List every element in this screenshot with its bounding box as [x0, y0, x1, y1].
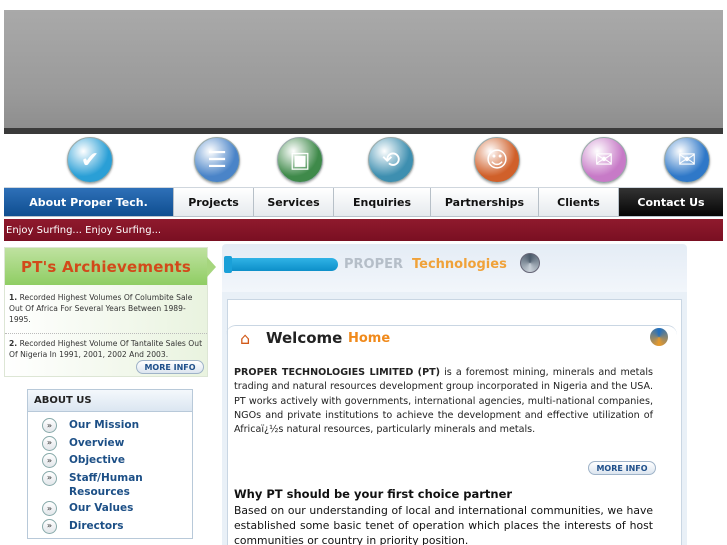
- swirl-icon: [650, 328, 668, 346]
- icon-row: ✔ ☰ ▣ ⟲ ☺ ✉ ✉: [0, 134, 727, 186]
- welcome-header: ⌂ Welcome Home: [226, 325, 677, 351]
- about-link-objective[interactable]: » Objective: [42, 453, 192, 468]
- brand-technologies: Technologies: [412, 257, 507, 272]
- about-us-box: ABOUT US » Our Mission » Overview » Objecti…: [27, 389, 193, 539]
- welcome-title: Welcome: [266, 329, 343, 347]
- achievement-item: 2. Recorded Highest Volume Of Tantalite …: [5, 333, 207, 360]
- about-link-staff[interactable]: » Staff/Human Resources: [42, 470, 192, 499]
- header-banner: [4, 10, 723, 134]
- about-link-mission[interactable]: » Our Mission: [42, 418, 192, 433]
- nav-about[interactable]: About Proper Tech.: [4, 188, 174, 216]
- home-label: Home: [348, 331, 391, 346]
- main-nav: About Proper Tech. Projects Services Enq…: [4, 187, 723, 217]
- nav-clients[interactable]: Clients: [539, 188, 619, 216]
- nav-services[interactable]: Services: [254, 188, 334, 216]
- content-more-info-button[interactable]: MORE INFO: [588, 461, 656, 475]
- check-icon[interactable]: ✔: [67, 137, 113, 183]
- marquee-text: Enjoy Surfing... Enjoy Surfing...: [6, 224, 162, 236]
- achievements-title: PT's Archievements: [21, 257, 191, 276]
- nav-enquiries[interactable]: Enquiries: [334, 188, 431, 216]
- header-accent-bar: [224, 256, 338, 273]
- double-chevron-icon: »: [42, 501, 57, 516]
- nav-contact[interactable]: Contact Us: [619, 188, 723, 216]
- swirl-icon: [520, 253, 540, 273]
- intro-paragraph: PROPER TECHNOLOGIES LIMITED (PT) is a fo…: [234, 367, 654, 436]
- nav-projects[interactable]: Projects: [174, 188, 254, 216]
- about-link-directors[interactable]: » Directors: [42, 518, 192, 534]
- content-body: ⌂ Welcome Home PROPER TECHNOLOGIES LIMIT…: [222, 292, 687, 545]
- double-chevron-icon: »: [42, 470, 57, 486]
- about-link-overview[interactable]: » Overview: [42, 435, 192, 451]
- chat-bubble-icon[interactable]: ✉: [581, 137, 627, 183]
- house-icon: ⌂: [240, 329, 251, 348]
- nav-partnerships[interactable]: Partnerships: [431, 188, 539, 216]
- double-chevron-icon: »: [42, 518, 57, 534]
- why-heading: Why PT should be your first choice partn…: [234, 487, 513, 501]
- double-chevron-icon: »: [42, 453, 57, 468]
- achievements-more-info-button[interactable]: MORE INFO: [136, 360, 204, 374]
- computer-icon[interactable]: ▣: [277, 137, 323, 183]
- mail-globe-icon[interactable]: ✉: [664, 137, 710, 183]
- why-paragraph: Based on our understanding of local and …: [234, 504, 653, 545]
- about-us-list: » Our Mission » Overview » Objective » Staff…: [28, 412, 192, 534]
- achievement-item: 1. Recorded Highest Volumes Of Columbite…: [9, 293, 193, 324]
- about-link-values[interactable]: » Our Values: [42, 501, 192, 516]
- refresh-arrows-icon[interactable]: ⟲: [368, 137, 414, 183]
- double-chevron-icon: »: [42, 435, 57, 451]
- header-arrow-icon: [207, 257, 216, 277]
- people-icon[interactable]: ☺: [474, 137, 520, 183]
- double-chevron-icon: »: [42, 418, 57, 433]
- brand-proper: PROPER: [344, 257, 404, 272]
- achievements-panel: PT's Archievements 1. Recorded Highest V…: [4, 247, 216, 377]
- marquee-strip: Enjoy Surfing... Enjoy Surfing...: [4, 219, 723, 241]
- content-header: PROPER Technologies: [222, 244, 687, 292]
- about-us-title: ABOUT US: [28, 390, 192, 412]
- achievements-header: PT's Archievements: [5, 248, 207, 285]
- document-list-icon[interactable]: ☰: [194, 137, 240, 183]
